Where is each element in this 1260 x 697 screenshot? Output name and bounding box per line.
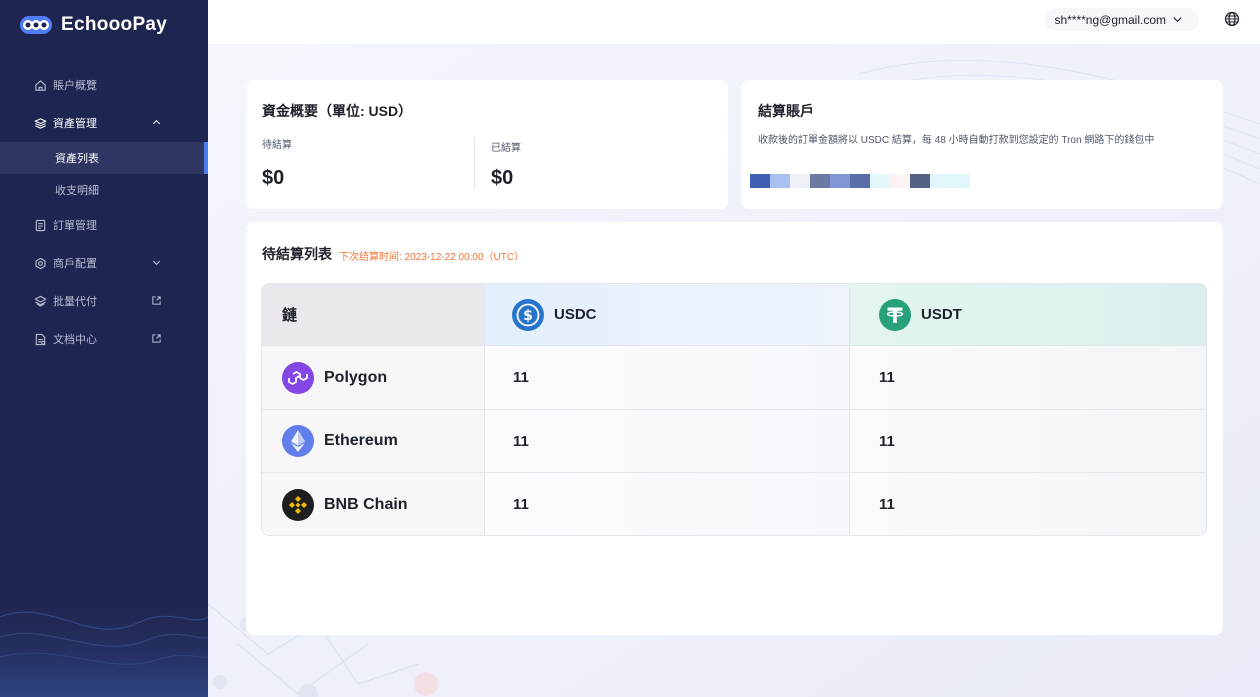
chevron-up-icon	[151, 117, 162, 128]
chain-cell: Ethereum	[262, 410, 484, 472]
usdc-amount-cell: 11	[484, 410, 849, 472]
settled-label: 已結算	[491, 143, 521, 154]
pending-settlement-table: 鏈 $ USDC USDT Polygon 11 11 Ethereum 11 …	[261, 283, 1207, 536]
user-account-menu[interactable]: sh****ng@gmail.com	[1045, 8, 1199, 31]
settings-icon	[34, 257, 47, 270]
sidebar-wave-decoration	[0, 582, 208, 697]
usdc-icon: $	[512, 298, 544, 331]
document-icon	[34, 219, 47, 232]
external-link-icon	[151, 333, 162, 344]
chain-name: Ethereum	[324, 432, 398, 449]
svg-text:$: $	[523, 308, 533, 324]
pending-list-title: 待結算列表	[262, 246, 332, 262]
app-name: EchoooPay	[61, 14, 168, 35]
sidebar-item-label: 資產管理	[53, 118, 97, 130]
chain-name: BNB Chain	[324, 495, 408, 513]
funds-summary-card: 資金概要（單位: USD） 待結算 $0 已結算 $0	[246, 80, 728, 209]
sidebar-item-label: 批量代付	[53, 296, 97, 308]
settlement-description: 收款後的訂單金額將以 USDC 結算，每 48 小時自動打款到您設定的 Tron…	[758, 135, 1155, 146]
sidebar-item-batch-payout[interactable]: 批量代付	[0, 282, 208, 320]
echooo-logo-icon	[20, 16, 52, 34]
chevron-down-icon	[151, 257, 162, 268]
external-link-icon	[151, 295, 162, 306]
sidebar-item-label: 訂單管理	[53, 220, 97, 232]
sidebar-subitem-transactions[interactable]: 收支明細	[0, 174, 208, 206]
user-email: sh****ng@gmail.com	[1054, 12, 1166, 27]
chain-cell: BNB Chain	[262, 473, 484, 535]
sidebar-nav: 賬户概覽 資產管理 資產列表 收支明細 訂單管理 商戶配置 批量代付 文档中心	[0, 66, 208, 358]
app-logo[interactable]: EchoooPay	[19, 12, 167, 38]
usdt-amount-cell: 11	[849, 473, 1206, 535]
usdt-amount-cell: 11	[849, 410, 1206, 472]
layers-icon	[34, 117, 47, 130]
sidebar-item-label: 賬户概覽	[53, 80, 97, 92]
sidebar-item-merchant-config[interactable]: 商戶配置	[0, 244, 208, 282]
top-bar: sh****ng@gmail.com	[208, 0, 1260, 44]
ethereum-icon	[282, 425, 314, 457]
table-row: Polygon 11 11	[262, 346, 1206, 410]
next-settlement-time: 下次结算时间: 2023-12-22 00:00（UTC）	[339, 252, 525, 263]
settlement-account-title: 結算賬戶	[758, 103, 814, 119]
chain-name: Polygon	[324, 368, 388, 386]
sidebar-subitem-asset-list[interactable]: 資產列表	[0, 142, 208, 174]
sidebar-item-account-overview[interactable]: 賬户概覽	[0, 66, 208, 104]
usdt-amount-cell: 11	[849, 346, 1206, 409]
pending-value: $0	[262, 167, 285, 189]
polygon-icon	[282, 361, 314, 394]
sidebar-item-label: 商戶配置	[53, 258, 97, 270]
settled-value: $0	[491, 167, 514, 189]
sidebar-subitem-label: 收支明細	[55, 185, 99, 197]
sidebar-subitem-label: 資產列表	[55, 153, 99, 165]
column-header-chain: 鏈	[262, 284, 484, 345]
stack-icon	[34, 295, 47, 308]
usdt-icon	[879, 298, 911, 331]
usdc-amount-cell: 11	[484, 346, 849, 409]
sidebar-item-docs-center[interactable]: 文档中心	[0, 320, 208, 358]
pending-settlement-card: 待結算列表 下次结算时间: 2023-12-22 00:00（UTC） 鏈 $ …	[246, 222, 1223, 635]
pending-label: 待結算	[262, 140, 292, 151]
column-header-usdt: USDT	[849, 284, 1206, 345]
chevron-down-icon	[1173, 17, 1182, 23]
redacted-wallet-address	[750, 174, 970, 188]
sidebar-item-order-management[interactable]: 訂單管理	[0, 206, 208, 244]
bnb-chain-icon	[282, 488, 314, 521]
funds-summary-title: 資金概要（單位: USD）	[262, 103, 413, 119]
table-header-row: 鏈 $ USDC USDT	[262, 284, 1206, 346]
home-icon	[34, 79, 47, 92]
settlement-account-card: 結算賬戶 收款後的訂單金額將以 USDC 結算，每 48 小時自動打款到您設定的…	[741, 80, 1223, 209]
globe-icon[interactable]	[1224, 11, 1240, 27]
sidebar-item-label: 文档中心	[53, 334, 97, 346]
table-row: BNB Chain 11 11	[262, 473, 1206, 535]
table-row: Ethereum 11 11	[262, 410, 1206, 473]
docs-icon	[34, 333, 47, 346]
sidebar: EchoooPay 賬户概覽 資產管理 資產列表 收支明細 訂單管理 商戶配置 …	[0, 0, 208, 697]
sidebar-item-asset-management[interactable]: 資產管理	[0, 104, 208, 142]
usdc-amount-cell: 11	[484, 473, 849, 535]
chain-cell: Polygon	[262, 346, 484, 409]
column-header-usdc: $ USDC	[484, 284, 849, 345]
divider	[474, 137, 475, 189]
